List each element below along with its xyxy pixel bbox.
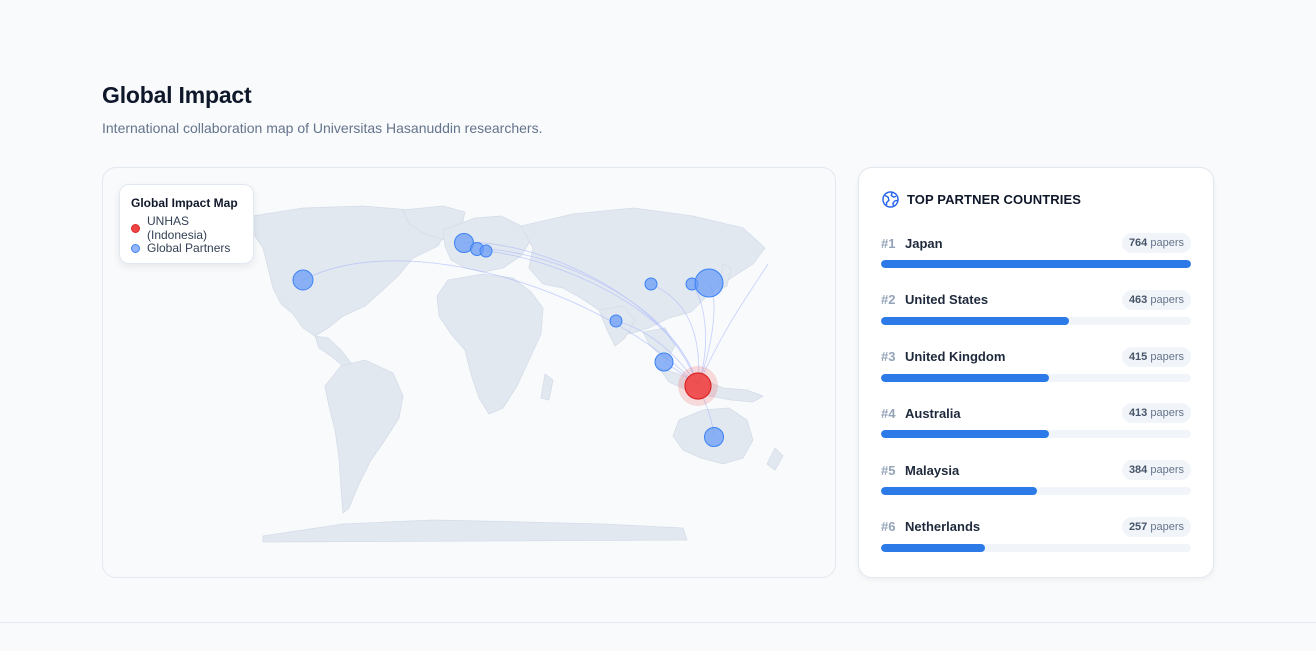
home-marker-unhas[interactable] bbox=[684, 372, 712, 400]
partner-marker-germany[interactable] bbox=[479, 244, 493, 258]
partner-marker-australia[interactable] bbox=[704, 427, 724, 447]
page-subtitle: International collaboration map of Unive… bbox=[102, 120, 543, 136]
rank-bar-fill bbox=[881, 260, 1191, 268]
rank-number: #6 bbox=[881, 519, 896, 535]
paper-count-value: 413 bbox=[1128, 407, 1148, 420]
home-dot-icon bbox=[131, 223, 140, 233]
partner-marker-japan[interactable] bbox=[694, 268, 724, 298]
partner-dot-icon bbox=[131, 243, 140, 253]
paper-count-value: 257 bbox=[1128, 520, 1148, 533]
paper-count-unit: papers bbox=[1150, 293, 1184, 306]
rank-item[interactable]: #6 Netherlands 257 papers bbox=[881, 516, 1191, 573]
rank-country-name: Australia bbox=[905, 405, 961, 421]
rank-bar-fill bbox=[881, 487, 1037, 496]
rank-item-header: #6 Netherlands 257 papers bbox=[881, 516, 1191, 538]
paper-count-unit: papers bbox=[1150, 407, 1184, 420]
rank-country-name: Japan bbox=[905, 235, 943, 251]
rank-country-name: United Kingdom bbox=[905, 349, 1006, 365]
map-legend: Global Impact Map UNHAS (Indonesia) Glob… bbox=[119, 184, 254, 264]
africa bbox=[436, 273, 544, 415]
paper-count-unit: papers bbox=[1150, 520, 1184, 533]
partner-marker-india[interactable] bbox=[609, 314, 623, 328]
rank-item[interactable]: #4 Australia 413 papers bbox=[881, 402, 1191, 459]
central-america bbox=[314, 335, 352, 367]
rank-bar-track bbox=[881, 487, 1191, 496]
partner-marker-china[interactable] bbox=[644, 277, 658, 291]
globe-icon bbox=[882, 191, 899, 208]
partner-marker-malaysia[interactable] bbox=[654, 352, 674, 372]
rank-item[interactable]: #5 Malaysia 384 papers bbox=[881, 459, 1191, 516]
rank-item-header: #5 Malaysia 384 papers bbox=[881, 459, 1191, 481]
rank-title: TOP PARTNER COUNTRIES bbox=[907, 192, 1082, 207]
legend-row-home: UNHAS (Indonesia) bbox=[131, 214, 242, 242]
paper-count-unit: papers bbox=[1150, 464, 1184, 477]
rank-bar-fill bbox=[881, 543, 986, 552]
paper-count-value: 463 bbox=[1128, 293, 1148, 306]
paper-count-badge: 764 papers bbox=[1121, 233, 1191, 253]
rank-item-header: #4 Australia 413 papers bbox=[881, 402, 1191, 424]
rank-bar-track bbox=[881, 373, 1191, 382]
paper-count-badge: 415 papers bbox=[1121, 346, 1191, 367]
home-marker-group bbox=[678, 366, 718, 406]
top-partner-countries-card: TOP PARTNER COUNTRIES #1 Japan 764 papers #… bbox=[858, 167, 1214, 578]
rank-list: #1 Japan 764 papers #2 United States 463 pape… bbox=[881, 232, 1191, 573]
legend-partner-label: Global Partners bbox=[147, 241, 231, 255]
paper-count-unit: papers bbox=[1150, 237, 1184, 249]
rank-bar-fill bbox=[881, 316, 1069, 325]
rank-country-name: United States bbox=[905, 292, 989, 308]
south-america bbox=[324, 359, 404, 514]
paper-count-value: 384 bbox=[1128, 464, 1148, 477]
rank-header: TOP PARTNER COUNTRIES bbox=[881, 190, 1081, 209]
rank-number: #3 bbox=[881, 349, 896, 365]
madagascar bbox=[540, 373, 554, 401]
rank-bar-track bbox=[881, 316, 1191, 325]
legend-title: Global Impact Map bbox=[131, 196, 238, 210]
paper-count-badge: 413 papers bbox=[1121, 403, 1191, 424]
partner-marker-usa[interactable] bbox=[292, 269, 314, 291]
map-card[interactable]: Global Impact Map UNHAS (Indonesia) Glob… bbox=[102, 167, 836, 578]
rank-number: #5 bbox=[881, 462, 896, 478]
rank-item-header: #1 Japan 764 papers bbox=[881, 232, 1191, 254]
antarctica bbox=[262, 519, 688, 543]
rank-country-name: Netherlands bbox=[905, 519, 981, 535]
rank-item-header: #3 United Kingdom 415 papers bbox=[881, 346, 1191, 368]
global-impact-section: Global Impact International collaboratio… bbox=[102, 0, 1214, 623]
rank-number: #1 bbox=[881, 235, 896, 251]
rank-number: #4 bbox=[881, 405, 896, 421]
paper-count-badge: 384 papers bbox=[1121, 460, 1191, 481]
paper-count-value: 764 bbox=[1128, 237, 1148, 249]
paper-count-unit: papers bbox=[1150, 350, 1184, 363]
rank-bar-track bbox=[881, 543, 1191, 552]
section-divider bbox=[0, 622, 1316, 623]
paper-count-value: 415 bbox=[1128, 350, 1148, 363]
paper-count-badge: 463 papers bbox=[1121, 289, 1191, 310]
rank-item[interactable]: #1 Japan 764 papers bbox=[881, 232, 1191, 289]
rank-item[interactable]: #3 United Kingdom 415 papers bbox=[881, 346, 1191, 403]
new-zealand bbox=[766, 447, 784, 471]
rank-bar-track bbox=[881, 430, 1191, 439]
rank-bar-fill bbox=[881, 373, 1050, 382]
page-title: Global Impact bbox=[102, 82, 252, 108]
rank-item-header: #2 United States 463 papers bbox=[881, 289, 1191, 311]
rank-number: #2 bbox=[881, 292, 896, 308]
paper-count-badge: 257 papers bbox=[1121, 516, 1191, 537]
legend-home-label: UNHAS (Indonesia) bbox=[147, 214, 208, 242]
rank-item[interactable]: #2 United States 463 papers bbox=[881, 289, 1191, 346]
rank-bar-fill bbox=[881, 430, 1049, 439]
rank-country-name: Malaysia bbox=[905, 462, 960, 478]
rank-bar-track bbox=[881, 260, 1191, 268]
legend-row-partner: Global Partners bbox=[131, 238, 242, 258]
